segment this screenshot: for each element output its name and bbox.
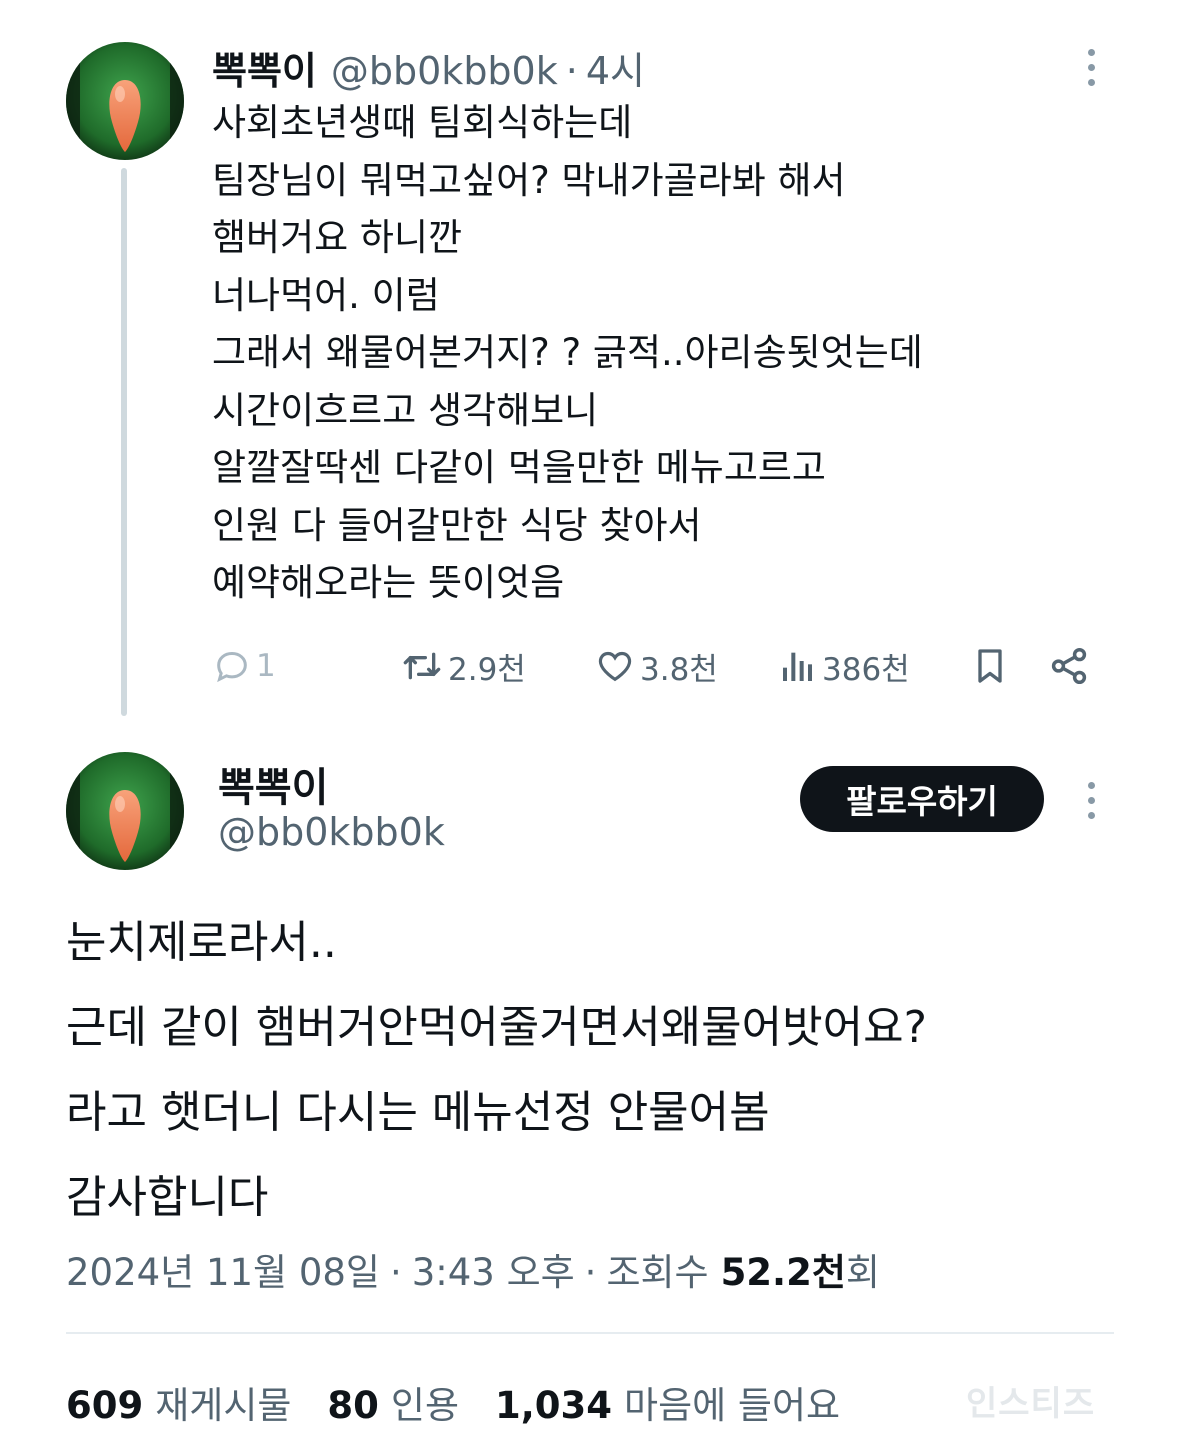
views-button[interactable]: 386천	[778, 638, 910, 694]
more-icon[interactable]	[1086, 49, 1096, 86]
bookmark-icon	[978, 649, 1002, 683]
like-count: 3.8천	[640, 651, 718, 688]
views-value: 52.2천	[720, 1251, 846, 1294]
heart-icon	[598, 651, 632, 682]
tweet-text-line: 눈치제로라서..	[66, 917, 337, 968]
watermark: 인스티즈	[966, 1384, 1096, 1424]
reposts-label[interactable]: 재게시물	[155, 1375, 291, 1429]
quotes-label[interactable]: 인용	[391, 1375, 459, 1429]
parent-tweet-text: 사회초년생때 팀회식하는데 팀장님이 뭐먹고싶어? 막내가골라봐 해서 햄버거요…	[212, 94, 1052, 612]
bookmark-button[interactable]	[970, 638, 1010, 694]
retweet-count: 2.9천	[448, 651, 526, 688]
display-name[interactable]: 뽁뽁이	[218, 755, 328, 813]
views-suffix: 회	[845, 1251, 880, 1294]
avatar[interactable]	[66, 42, 184, 160]
follow-button[interactable]: 팔로우하기	[800, 766, 1044, 832]
tweet-meta: 2024년 11월 08일 · 3:43 오후 · 조회수 52.2천 회	[66, 1242, 880, 1296]
engagement-stats: 609 재게시물 80 인용 1,034 마음에 들어요	[66, 1375, 876, 1429]
separator-dot: ·	[565, 49, 578, 93]
avatar[interactable]	[66, 752, 184, 870]
tweet-text-line: 감사합니다	[66, 1172, 269, 1223]
views-label: 조회수	[606, 1251, 709, 1294]
reply-icon	[217, 651, 247, 683]
views-count: 386천	[822, 651, 910, 688]
user-handle[interactable]: @bb0kbb0k	[218, 810, 445, 854]
more-icon[interactable]	[1086, 782, 1096, 819]
separator-dot: ·	[584, 1251, 597, 1294]
views-icon	[783, 652, 812, 681]
tweet-time[interactable]: 3:43 오후	[412, 1242, 575, 1296]
main-tweet-text: 눈치제로라서.. 근데 같이 햄버거안먹어줄거면서왜물어밧어요? 라고 햇더니 …	[66, 900, 1106, 1240]
divider	[66, 1332, 1114, 1334]
reply-count: 1	[256, 648, 276, 684]
user-handle[interactable]: @bb0kbb0k	[331, 49, 558, 93]
quotes-count[interactable]: 80	[327, 1384, 379, 1427]
tweet-text-line: 예약해오라는 뜻이엇음	[212, 561, 565, 604]
reply-button[interactable]: 1	[212, 638, 276, 694]
display-name[interactable]: 뽁뽁이	[212, 40, 317, 95]
share-icon	[1051, 647, 1087, 685]
likes-label[interactable]: 마음에 들어요	[624, 1375, 840, 1429]
separator-dot: ·	[389, 1251, 402, 1294]
tweet-text-line: 알깔잘딱센 다같이 먹을만한 메뉴고르고	[212, 446, 826, 489]
likes-count[interactable]: 1,034	[495, 1384, 612, 1427]
tweet-text-line: 너나먹어. 이럼	[212, 273, 440, 317]
tweet-text-line: 라고 햇더니 다시는 메뉴선정 안물어봄	[66, 1087, 770, 1138]
retweet-icon	[403, 652, 441, 680]
retweet-button[interactable]: 2.9천	[400, 638, 526, 694]
like-button[interactable]: 3.8천	[594, 638, 718, 694]
tweet-text-line: 햄버거요 하니깐	[212, 216, 463, 259]
share-button[interactable]	[1048, 638, 1090, 694]
tweet-text-line: 근데 같이 햄버거안먹어줄거면서왜물어밧어요?	[66, 1002, 927, 1053]
tweet-text-line: 그래서 왜물어본거지? ? 긁적..아리송됫엇는데	[212, 331, 923, 374]
tweet-actions-bar: 1 2.9천 3.8천 386천	[212, 638, 1102, 694]
tweet-time[interactable]: 4시	[586, 40, 645, 95]
tweet-text-line: 시간이흐르고 생각해보니	[212, 388, 599, 432]
tweet-text-line: 인원 다 들어갈만한 식당 찾아서	[212, 503, 702, 547]
reposts-count[interactable]: 609	[66, 1384, 143, 1427]
parent-tweet-header: 뽁뽁이 @bb0kbb0k · 4시	[212, 40, 645, 93]
tweet-text-line: 사회초년생때 팀회식하는데	[212, 101, 633, 144]
thread-connector-line	[121, 168, 127, 716]
tweet-date[interactable]: 2024년 11월 08일	[66, 1242, 380, 1296]
tweet-text-line: 팀장님이 뭐먹고싶어? 막내가골라봐 해서	[212, 158, 846, 202]
